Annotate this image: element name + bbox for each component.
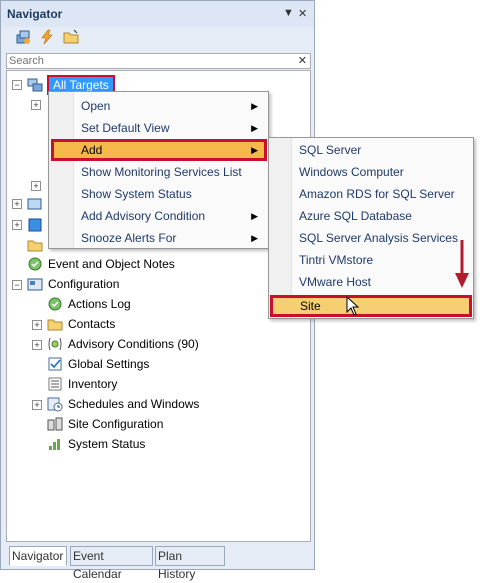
menu-item-set-default-view[interactable]: Set Default View ▶ (49, 117, 268, 139)
submenu-item-label: VMware Host (299, 275, 372, 289)
actions-log-icon (48, 297, 62, 311)
submenu-item-label: SQL Server (299, 143, 362, 157)
submenu-arrow-icon: ▶ (251, 101, 258, 111)
menu-item-show-system-status[interactable]: Show System Status (49, 183, 268, 205)
tab-navigator[interactable]: Navigator (9, 546, 67, 566)
menu-item-label: Snooze Alerts For (81, 231, 177, 245)
add-targets-icon[interactable] (15, 29, 31, 45)
submenu-item-tintri-vmstore[interactable]: Tintri VMstore (269, 249, 473, 271)
menu-item-label: Show Monitoring Services List (81, 165, 242, 179)
tree-node-global-settings[interactable]: Global Settings (68, 357, 149, 371)
search-box: ✕ (6, 53, 311, 69)
submenu-item-vmware-host[interactable]: VMware Host (269, 271, 473, 293)
expand-toggle[interactable]: + (32, 400, 42, 410)
menu-item-add[interactable]: Add ▶ (51, 139, 267, 161)
navigator-title-bar: Navigator ▼ ✕ (1, 1, 314, 27)
all-targets-icon (27, 78, 43, 92)
submenu-arrow-icon: ▶ (251, 211, 258, 221)
mouse-cursor-icon (346, 296, 360, 316)
folder-icon[interactable] (63, 29, 79, 45)
lightning-icon[interactable] (39, 29, 55, 45)
submenu-item-label: Azure SQL Database (299, 209, 412, 223)
menu-item-add-advisory-condition[interactable]: Add Advisory Condition ▶ (49, 205, 268, 227)
menu-item-label: Open (81, 99, 111, 113)
submenu-item-label: Windows Computer (299, 165, 404, 179)
search-input[interactable] (9, 54, 289, 68)
annotation-arrow-icon (455, 240, 469, 288)
expand-toggle[interactable]: + (12, 199, 22, 209)
tree-node-configuration[interactable]: Configuration (48, 277, 119, 291)
checkbox-icon (48, 357, 62, 371)
menu-item-label: Add Advisory Condition (81, 209, 206, 223)
tree-node-inventory[interactable]: Inventory (68, 377, 117, 391)
tree-node-actions-log[interactable]: Actions Log (68, 297, 131, 311)
submenu-item-label: Site (300, 299, 321, 313)
close-icon[interactable]: ✕ (298, 7, 307, 20)
group-icon (28, 218, 42, 232)
tree-node-schedules-windows[interactable]: Schedules and Windows (68, 397, 199, 411)
collapse-toggle[interactable]: − (12, 280, 22, 290)
folder-icon (27, 240, 43, 252)
group-icon (27, 198, 42, 210)
submenu-item-windows-computer[interactable]: Windows Computer (269, 161, 473, 183)
tab-plan-history[interactable]: Plan History (155, 546, 225, 581)
tree-node-event-notes[interactable]: Event and Object Notes (48, 257, 175, 271)
clear-search-icon[interactable]: ✕ (298, 54, 307, 67)
menu-item-snooze-alerts[interactable]: Snooze Alerts For ▶ (49, 227, 268, 249)
context-menu: Open ▶ Set Default View ▶ Add ▶ Show Mon… (48, 91, 269, 249)
menu-item-label: Show System Status (81, 187, 192, 201)
navigator-title: Navigator (7, 7, 63, 21)
status-icon (49, 439, 60, 450)
tree-node-system-status[interactable]: System Status (68, 437, 145, 451)
menu-item-label: Add (81, 143, 103, 157)
add-submenu: SQL Server Windows Computer Amazon RDS f… (268, 137, 474, 319)
expand-toggle[interactable]: + (31, 100, 41, 110)
expand-toggle[interactable]: + (32, 340, 42, 350)
submenu-item-label: Tintri VMstore (299, 253, 374, 267)
submenu-item-label: SQL Server Analysis Services (299, 231, 458, 245)
expand-toggle[interactable]: + (31, 181, 41, 191)
advisory-icon (48, 337, 62, 351)
menu-item-show-monitoring-services[interactable]: Show Monitoring Services List (49, 161, 268, 183)
submenu-arrow-icon: ▶ (251, 123, 258, 133)
tab-event-calendar[interactable]: Event Calendar (70, 546, 153, 581)
submenu-item-azure-sql[interactable]: Azure SQL Database (269, 205, 473, 227)
submenu-item-site[interactable]: Site (270, 295, 472, 317)
contacts-icon (47, 319, 63, 331)
submenu-item-amazon-rds[interactable]: Amazon RDS for SQL Server (269, 183, 473, 205)
configuration-icon (27, 278, 43, 291)
tree-node-advisory-conditions[interactable]: Advisory Conditions (90) (68, 337, 199, 351)
notes-icon (28, 257, 42, 271)
tree-node-site-configuration[interactable]: Site Configuration (68, 417, 163, 431)
submenu-item-ssas[interactable]: SQL Server Analysis Services (269, 227, 473, 249)
pin-icon[interactable]: ▼ (283, 7, 294, 19)
submenu-item-label: Amazon RDS for SQL Server (299, 187, 455, 201)
menu-item-open[interactable]: Open ▶ (49, 95, 268, 117)
submenu-item-sql-server[interactable]: SQL Server (269, 139, 473, 161)
submenu-arrow-icon: ▶ (251, 145, 258, 155)
collapse-toggle[interactable]: − (12, 80, 22, 90)
menu-item-label: Set Default View (81, 121, 170, 135)
inventory-icon (48, 377, 62, 391)
expand-toggle[interactable]: + (32, 320, 42, 330)
expand-toggle[interactable]: + (12, 220, 22, 230)
site-config-icon (47, 417, 63, 431)
navigator-toolbar (5, 28, 310, 48)
submenu-arrow-icon: ▶ (251, 233, 258, 243)
schedule-icon (47, 397, 63, 412)
tree-node-contacts[interactable]: Contacts (68, 317, 115, 331)
